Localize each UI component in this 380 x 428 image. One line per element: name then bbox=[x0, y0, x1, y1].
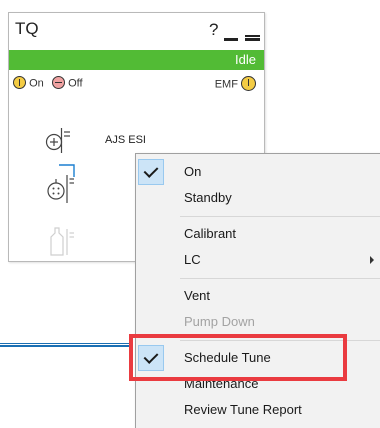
ion-source-label: AJS ESI bbox=[105, 134, 146, 146]
off-indicator-icon bbox=[52, 76, 65, 89]
legend-emf-label: EMF bbox=[214, 78, 238, 91]
menu-item-label: Review Tune Report bbox=[184, 402, 302, 417]
menu-item-pump-down: Pump Down bbox=[136, 309, 380, 335]
menu-item-label: Calibrant bbox=[184, 226, 237, 241]
submenu-arrow-icon bbox=[370, 256, 374, 264]
menu-item-label: Standby bbox=[184, 190, 232, 205]
legend-on-label: On bbox=[29, 77, 44, 90]
background-divider-line bbox=[0, 343, 130, 347]
menu-item-label: Pump Down bbox=[184, 314, 255, 329]
menu-item-lc[interactable]: LC bbox=[136, 247, 380, 273]
legend-on: On bbox=[13, 76, 44, 90]
panel-title: TQ bbox=[15, 19, 39, 38]
legend-emf: EMF bbox=[214, 76, 256, 92]
menu-item-standby[interactable]: Standby bbox=[136, 185, 380, 211]
menu-item-calibrant[interactable]: Calibrant bbox=[136, 221, 380, 247]
legend-off-label: Off bbox=[68, 77, 83, 90]
on-indicator-icon bbox=[13, 76, 26, 89]
highlight-box bbox=[129, 334, 347, 381]
menu-separator bbox=[180, 278, 380, 279]
emf-indicator-icon[interactable] bbox=[241, 76, 256, 91]
help-icon[interactable]: ? bbox=[209, 20, 218, 40]
menu-item-review-tune-report[interactable]: Review Tune Report bbox=[136, 397, 380, 423]
legend-off: Off bbox=[52, 76, 83, 90]
menu-item-label: Vent bbox=[184, 288, 211, 303]
menu-item-on[interactable]: On bbox=[136, 159, 380, 185]
maximize-icon[interactable] bbox=[245, 35, 260, 41]
context-menu: On Standby Calibrant LC Vent Pump Down S… bbox=[135, 153, 380, 428]
menu-separator bbox=[180, 216, 380, 217]
status-bar: Idle bbox=[9, 50, 264, 70]
status-legend: On Off EMF bbox=[13, 76, 256, 93]
pump-icon[interactable] bbox=[47, 163, 81, 207]
minimize-icon[interactable] bbox=[224, 38, 238, 41]
menu-item-label: LC bbox=[184, 252, 201, 267]
menu-item-vent[interactable]: Vent bbox=[136, 283, 380, 309]
menu-item-label: On bbox=[184, 164, 202, 179]
ion-source-icon[interactable] bbox=[45, 126, 75, 156]
calibrant-bottle-icon[interactable] bbox=[47, 225, 77, 257]
checkmark-icon bbox=[138, 159, 164, 185]
